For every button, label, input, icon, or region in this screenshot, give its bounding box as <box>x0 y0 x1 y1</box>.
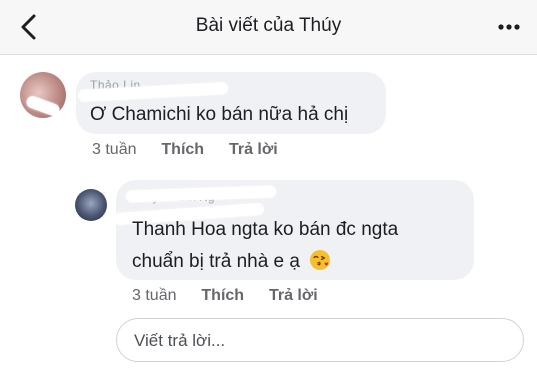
comment-text: Ơ Chamichi ko bán nữa hả chị <box>90 104 349 125</box>
page-title: Bài viết của Thúy <box>195 15 342 36</box>
comment-text-line: chuẩn bị trả nhà e ạ <box>132 251 300 272</box>
comment-time: 3 tuần <box>92 141 137 158</box>
reply-button[interactable]: Trả lời <box>229 141 278 158</box>
top-nav-bar: Bài viết của Thúy <box>0 0 537 55</box>
comment-time: 3 tuần <box>132 287 177 304</box>
comment-text-line: Thanh Hoa ngta ko bán đc ngta <box>132 219 399 240</box>
comment-actions: 3 tuần Thích Trả lời <box>92 141 278 159</box>
reply-placeholder: Viết trả lời... <box>134 331 226 350</box>
kissing-face-emoji <box>310 250 331 270</box>
comment-thread-screen: Bài viết của Thúy Thảo Lin Ơ Chamichi ko… <box>0 0 537 372</box>
comment-text: Thanh Hoa ngta ko bán đc ngta chuẩn bị t… <box>132 214 462 278</box>
more-options-button[interactable] <box>497 17 521 37</box>
more-horizontal-icon <box>498 24 520 30</box>
reply-button[interactable]: Trả lời <box>269 287 318 304</box>
reply-input[interactable]: Viết trả lời... <box>116 318 524 362</box>
comment-actions: 3 tuần Thích Trả lời <box>132 287 318 305</box>
like-button[interactable]: Thích <box>201 287 244 304</box>
avatar[interactable] <box>75 189 107 221</box>
like-button[interactable]: Thích <box>161 141 204 158</box>
